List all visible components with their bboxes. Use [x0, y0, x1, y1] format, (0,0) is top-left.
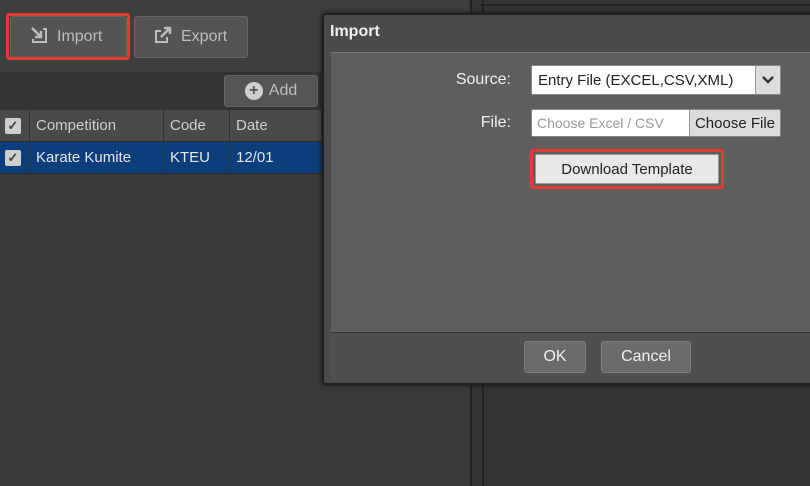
column-header-code[interactable]: Code	[164, 110, 230, 141]
chevron-down-icon[interactable]	[755, 66, 780, 94]
add-button-label: Add	[268, 82, 298, 99]
cancel-button[interactable]: Cancel	[601, 341, 691, 373]
checkmark-icon: ✓	[5, 117, 21, 134]
dialog-footer: OK Cancel	[331, 332, 810, 381]
download-template-highlight	[530, 149, 724, 189]
source-select[interactable]: Entry File (EXCEL,CSV,XML)	[531, 65, 781, 95]
source-select-value: Entry File (EXCEL,CSV,XML)	[538, 71, 734, 89]
column-header-date[interactable]: Date	[230, 110, 322, 141]
cell-date: 12/01	[230, 142, 322, 173]
export-button-label: Export	[181, 28, 228, 45]
cell-code: KTEU	[164, 142, 230, 173]
select-all-checkbox[interactable]: ✓	[0, 110, 30, 141]
import-dialog: Import Source: Entry File (EXCEL,CSV,XML…	[322, 13, 810, 385]
file-input[interactable]: Choose Excel / CSV Choose File	[531, 109, 781, 137]
dialog-title: Import	[330, 23, 380, 40]
choose-file-button[interactable]: Choose File	[688, 110, 780, 136]
table-row[interactable]: ✓ Karate Kumite KTEU 12/01	[0, 142, 322, 174]
grid-header: ✓ Competition Code Date	[0, 110, 322, 142]
file-label: File:	[480, 114, 511, 131]
checkmark-icon: ✓	[5, 149, 21, 166]
dialog-body: Source: Entry File (EXCEL,CSV,XML) File:…	[331, 52, 810, 333]
add-button[interactable]: + Add	[224, 75, 318, 107]
file-input-placeholder: Choose Excel / CSV	[537, 115, 664, 131]
export-button[interactable]: Export	[134, 16, 248, 58]
column-header-competition[interactable]: Competition	[30, 110, 164, 141]
source-label: Source:	[455, 71, 511, 88]
plus-circle-icon: +	[244, 82, 263, 100]
import-highlight	[6, 13, 130, 60]
ok-button[interactable]: OK	[524, 341, 586, 373]
cell-competition: Karate Kumite	[30, 142, 164, 173]
competition-grid: ✓ Competition Code Date ✓ Karate Kumite …	[0, 110, 322, 174]
row-checkbox[interactable]: ✓	[0, 142, 30, 173]
export-icon	[153, 25, 173, 50]
